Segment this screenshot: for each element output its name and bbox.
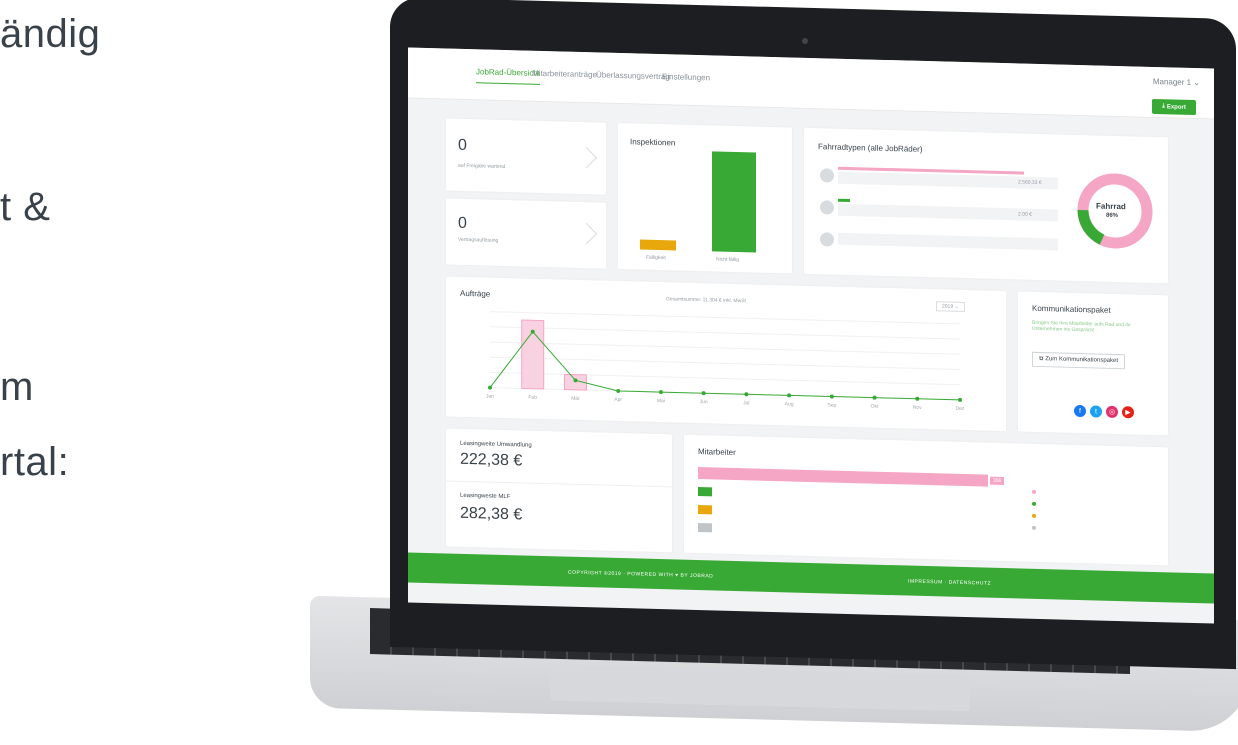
auftraege-title: Aufträge <box>460 288 491 299</box>
donut-label: Fahrrad <box>1096 201 1126 212</box>
x-tick-label: Okt <box>871 404 879 410</box>
gridline <box>490 311 960 325</box>
card-freigabe[interactable]: 0 auf Freigabe wartend <box>446 118 606 195</box>
ebike-icon <box>820 200 834 215</box>
chart-point <box>872 395 877 400</box>
side-text-4: rtal: <box>0 440 70 484</box>
donut-percent: 86% <box>1106 212 1119 220</box>
x-tick-label: Dez <box>956 406 965 412</box>
chart-point <box>915 396 920 401</box>
tab-settings[interactable]: Einstellungen <box>662 72 710 82</box>
card-leasing: Leasingweite Umwandlung 222,38 € Leasing… <box>446 428 672 553</box>
export-button[interactable]: ⤓ Export <box>1152 98 1196 116</box>
chart-point <box>658 390 663 395</box>
x-tick-label: Mai <box>657 398 665 404</box>
card-auftraege: Aufträge Gesamtsumme: 11.304 € inkl. MwS… <box>446 276 1006 432</box>
side-text-2: t & <box>0 185 51 229</box>
vertrag-label: Vertragsauflösung <box>458 236 499 244</box>
card-vertrag[interactable]: 0 Vertragsauflösung <box>446 198 606 269</box>
bar-green <box>698 487 712 497</box>
external-link-icon: ⧉ <box>1039 355 1044 363</box>
auftraege-chart: Jan Feb Mär Apr Mai Jun Jul Aug Sep Okt Nov Dez <box>486 311 965 412</box>
auftraege-subtitle: Gesamtsumme: 11.304 € inkl. MwSt <box>666 296 746 305</box>
leasing-umw-value: 222,38 € <box>460 450 523 470</box>
chart-point <box>787 393 792 398</box>
bar-grey <box>698 523 712 533</box>
x-tick-label: Mär <box>571 396 580 402</box>
kommunikation-title: Kommunikationspaket <box>1032 303 1111 315</box>
side-text-3: m <box>0 365 34 409</box>
chevron-right-icon <box>575 223 598 245</box>
laptop: JobRad-Übersicht Mitarbeiteranträge Über… <box>310 0 1238 745</box>
twitter-icon[interactable]: t <box>1090 405 1102 418</box>
leasing-mlf-title: Leasingweste MLF <box>460 492 511 501</box>
legend-grey <box>1032 525 1036 530</box>
screen: JobRad-Übersicht Mitarbeiteranträge Über… <box>408 47 1214 624</box>
chart-point <box>958 397 962 402</box>
chart-point <box>744 392 749 397</box>
row-speedbike <box>838 232 1058 251</box>
leasing-umw-title: Leasingweite Umwandlung <box>460 440 532 449</box>
bar-pink <box>698 467 988 487</box>
footer-links[interactable]: IMPRESSUM · DATENSCHUTZ <box>908 579 991 587</box>
x-tick-label: Sep <box>827 402 836 408</box>
x-tick-label: Apr <box>614 397 622 403</box>
inspektionen-title: Inspektionen <box>630 137 676 148</box>
x-tick-label: Jul <box>743 400 749 406</box>
card-inspektionen: Inspektionen Fälligkeit Nicht fällig <box>618 122 792 274</box>
mitarbeiter-title: Mitarbeiter <box>698 447 736 458</box>
chart-point <box>829 394 834 399</box>
freigabe-label: auf Freigabe wartend <box>458 162 506 170</box>
year-select[interactable]: 2019 ⌄ <box>936 301 965 313</box>
tab-contract[interactable]: Überlassungsvertrag <box>596 70 670 81</box>
bar1-label: Fälligkeit <box>646 254 666 262</box>
freigabe-value: 0 <box>458 136 467 154</box>
x-tick-label: Feb <box>528 395 537 401</box>
speedbike-icon <box>820 232 834 247</box>
user-menu[interactable]: Manager 1 ⌄ <box>1153 77 1200 87</box>
gridline <box>490 371 960 386</box>
chevron-right-icon <box>575 147 598 169</box>
chart-point <box>616 388 621 393</box>
gridline <box>490 341 960 355</box>
legend-green <box>1032 501 1036 506</box>
bar-pink-value: 356 <box>990 476 1005 486</box>
leasing-mlf-value: 282,38 € <box>460 504 523 524</box>
tab-overview[interactable]: JobRad-Übersicht <box>476 67 541 85</box>
row2-value: 2.00 € <box>1018 211 1032 218</box>
instagram-icon[interactable]: ◎ <box>1106 405 1118 419</box>
gridline <box>490 326 960 340</box>
legend-pink <box>1032 489 1036 494</box>
card-fahrradtypen: Fahrradtypen (alle JobRäder) 2.560,33 € … <box>804 127 1168 284</box>
vertrag-value: 0 <box>458 214 467 232</box>
x-tick-label: Jun <box>700 399 708 405</box>
export-label: Export <box>1166 103 1186 111</box>
chart-point <box>701 391 706 396</box>
x-tick-label: Jan <box>486 393 494 399</box>
bar-faellig <box>640 239 676 251</box>
fahrradtypen-title: Fahrradtypen (alle JobRäder) <box>818 142 923 154</box>
kommunikation-button[interactable]: ⧉ Zum Kommunikationspaket <box>1032 351 1125 370</box>
kommunikation-button-label: Zum Kommunikationspaket <box>1045 356 1118 365</box>
card-mitarbeiter: Mitarbeiter 356 <box>684 434 1168 566</box>
x-tick-label: Nov <box>913 405 922 411</box>
bar-yellow <box>698 505 712 515</box>
x-tick-label: Aug <box>785 401 794 407</box>
bar2-label: Nicht fällig <box>716 256 740 264</box>
side-text-1: ändig <box>0 12 101 56</box>
bar-ebike <box>838 198 850 203</box>
download-icon: ⤓ <box>1162 103 1165 110</box>
footer-copyright: COPYRIGHT ©2019 · POWERED WITH ♥ BY JOBR… <box>568 569 714 580</box>
kommunikation-text: Bringen Sie Ihre Mitarbeiter aufs Rad un… <box>1032 319 1131 334</box>
legend-yellow <box>1032 513 1036 518</box>
card-kommunikation: Kommunikationspaket Bringen Sie Ihre Mit… <box>1018 291 1168 436</box>
camera-icon <box>802 38 808 44</box>
facebook-icon[interactable]: f <box>1074 404 1086 418</box>
youtube-icon[interactable]: ▶ <box>1122 406 1134 419</box>
bike-icon <box>820 168 834 183</box>
bar-nicht-faellig <box>712 151 756 253</box>
tab-requests[interactable]: Mitarbeiteranträge <box>532 69 597 80</box>
row1-value: 2.560,33 € <box>1018 179 1042 187</box>
leasing-divider <box>446 480 672 488</box>
